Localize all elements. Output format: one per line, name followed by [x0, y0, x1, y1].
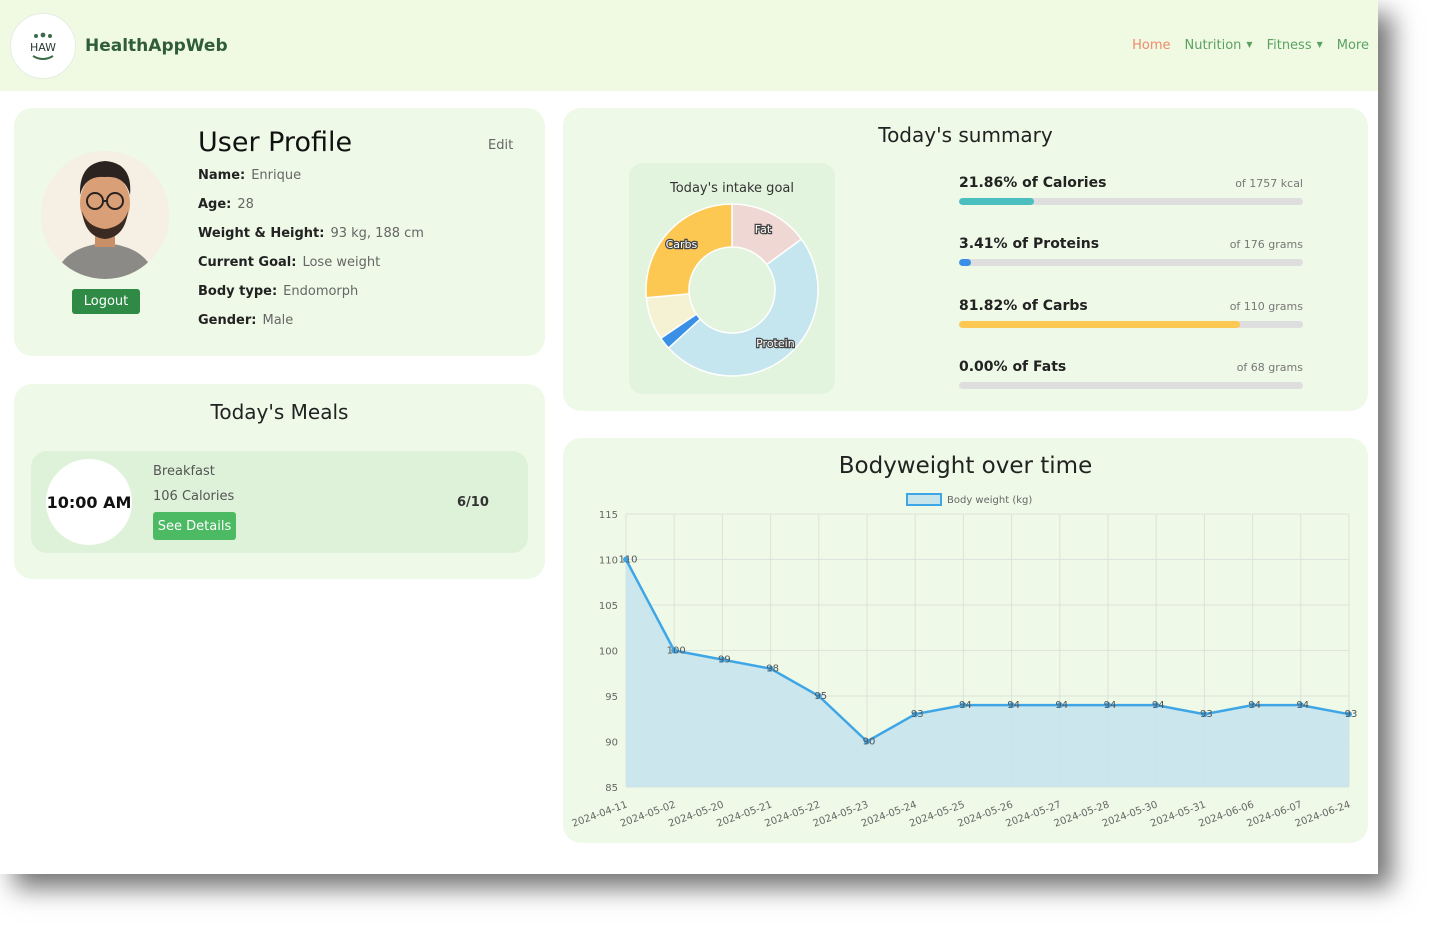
app-logo[interactable]: HAW: [10, 13, 76, 79]
data-label: 95: [814, 691, 827, 702]
y-tick-label: 95: [605, 692, 618, 703]
y-tick-label: 110: [599, 556, 618, 567]
legend-swatch: [906, 493, 942, 506]
profile-field-weight-height: Weight & Height: 93 kg, 188 cm: [198, 226, 424, 241]
progress-fill: [959, 198, 1035, 205]
data-label: 94: [959, 700, 972, 711]
summary-title: Today's summary: [878, 123, 1053, 147]
see-details-button[interactable]: See Details: [153, 512, 236, 540]
progress-goal: of 176 grams: [1229, 238, 1303, 251]
progress-label: 0.00% of Fats: [959, 359, 1067, 375]
data-label: 98: [766, 664, 779, 675]
field-value: Male: [262, 313, 294, 328]
profile-field-body-type: Body type: Endomorph: [198, 284, 358, 299]
field-value: Endomorph: [283, 284, 359, 299]
profile-field-goal: Current Goal: Lose weight: [198, 255, 380, 270]
meal-name: Breakfast: [153, 464, 215, 479]
avatar-image: [41, 151, 169, 279]
profile-title: User Profile: [198, 127, 353, 158]
data-label: 94: [1055, 700, 1068, 711]
field-label: Name:: [198, 168, 246, 183]
profile-field-gender: Gender: Male: [198, 313, 293, 328]
progress-label: 81.82% of Carbs: [959, 298, 1088, 314]
bodyweight-line-chart: 1151101051009590852024-04-112024-05-0220…: [571, 493, 1358, 830]
y-tick-label: 105: [599, 601, 618, 612]
progress-goal: of 1757 kcal: [1235, 177, 1303, 190]
avatar: [41, 151, 169, 279]
meal-item: 10:00 AM Breakfast 106 Calories See Deta…: [31, 451, 528, 553]
meals-title: Today's Meals: [210, 400, 349, 424]
donut-slice-label: Carbs: [666, 238, 698, 251]
progress-track: [959, 321, 1303, 328]
data-label: 94: [1296, 700, 1309, 711]
nav-home[interactable]: Home: [1132, 38, 1170, 53]
field-label: Gender:: [198, 313, 257, 328]
data-label: 93: [1345, 709, 1358, 720]
y-tick-label: 90: [605, 738, 618, 749]
x-tick-label: 2024-06-24: [1294, 799, 1352, 829]
field-value: 93 kg, 188 cm: [330, 226, 424, 241]
data-label: 99: [718, 655, 731, 666]
donut-slice: [645, 203, 733, 299]
data-label: 93: [911, 709, 924, 720]
progress-track: [959, 382, 1303, 389]
data-label: 94: [1152, 700, 1165, 711]
data-label: 93: [1200, 709, 1213, 720]
progress-track: [959, 198, 1303, 205]
field-value: Lose weight: [302, 255, 381, 270]
donut-slice-label: Fat: [755, 223, 772, 236]
nav-menu: Home Nutrition ▼ Fitness ▼ More: [1132, 38, 1369, 53]
brand-name[interactable]: HealthAppWeb: [85, 36, 228, 56]
nav-fitness[interactable]: Fitness ▼: [1267, 38, 1323, 53]
logout-button[interactable]: Logout: [72, 289, 140, 314]
data-label: 100: [667, 646, 686, 657]
area-fill: [626, 559, 1349, 787]
progress-label: 3.41% of Proteins: [959, 236, 1100, 252]
edit-profile-link[interactable]: Edit: [488, 138, 513, 153]
app-window: HAW HealthAppWeb Home Nutrition ▼ Fitness…: [0, 0, 1378, 874]
nav-more[interactable]: More: [1337, 38, 1369, 53]
field-label: Weight & Height:: [198, 226, 325, 241]
y-tick-label: 100: [599, 647, 618, 658]
progress-label: 21.86% of Calories: [959, 175, 1107, 191]
chevron-down-icon: ▼: [1316, 40, 1323, 49]
chevron-down-icon: ▼: [1246, 40, 1253, 49]
nav-fitness-label: Fitness: [1266, 38, 1312, 53]
nav-nutrition-label: Nutrition: [1184, 38, 1242, 53]
meal-score: 6/10: [457, 495, 489, 510]
y-tick-label: 115: [599, 510, 618, 521]
profile-field-name: Name: Enrique: [198, 168, 301, 183]
field-label: Age:: [198, 197, 232, 212]
profile-field-age: Age: 28: [198, 197, 254, 212]
progress-track: [959, 259, 1303, 266]
intake-goal-card: Today's intake goal Fat Protein Carbs: [629, 163, 835, 394]
data-label: 110: [618, 555, 637, 566]
progress-goal: of 110 grams: [1229, 300, 1303, 313]
progress-fill: [959, 321, 1241, 328]
navbar: HAW HealthAppWeb Home Nutrition ▼ Fitness…: [0, 0, 1378, 91]
y-tick-label: 85: [605, 783, 618, 794]
logo-icon: HAW: [30, 32, 56, 60]
field-value: 28: [237, 197, 254, 212]
data-label: 94: [1104, 700, 1117, 711]
data-label: 90: [863, 737, 876, 748]
field-value: Enrique: [251, 168, 302, 183]
meal-calories: 106 Calories: [153, 489, 235, 504]
donut-slice-label: Protein: [756, 337, 795, 350]
legend-label[interactable]: Body weight (kg): [947, 495, 1032, 506]
intake-donut-chart: Fat Protein Carbs: [645, 203, 819, 377]
data-label: 94: [1007, 700, 1020, 711]
data-label: 94: [1248, 700, 1261, 711]
progress-goal: of 68 grams: [1236, 361, 1303, 374]
meal-time: 10:00 AM: [46, 459, 132, 545]
field-label: Current Goal:: [198, 255, 297, 270]
progress-fill: [959, 259, 971, 266]
nav-nutrition[interactable]: Nutrition ▼: [1185, 38, 1253, 53]
field-label: Body type:: [198, 284, 278, 299]
logo-text: HAW: [30, 41, 56, 54]
